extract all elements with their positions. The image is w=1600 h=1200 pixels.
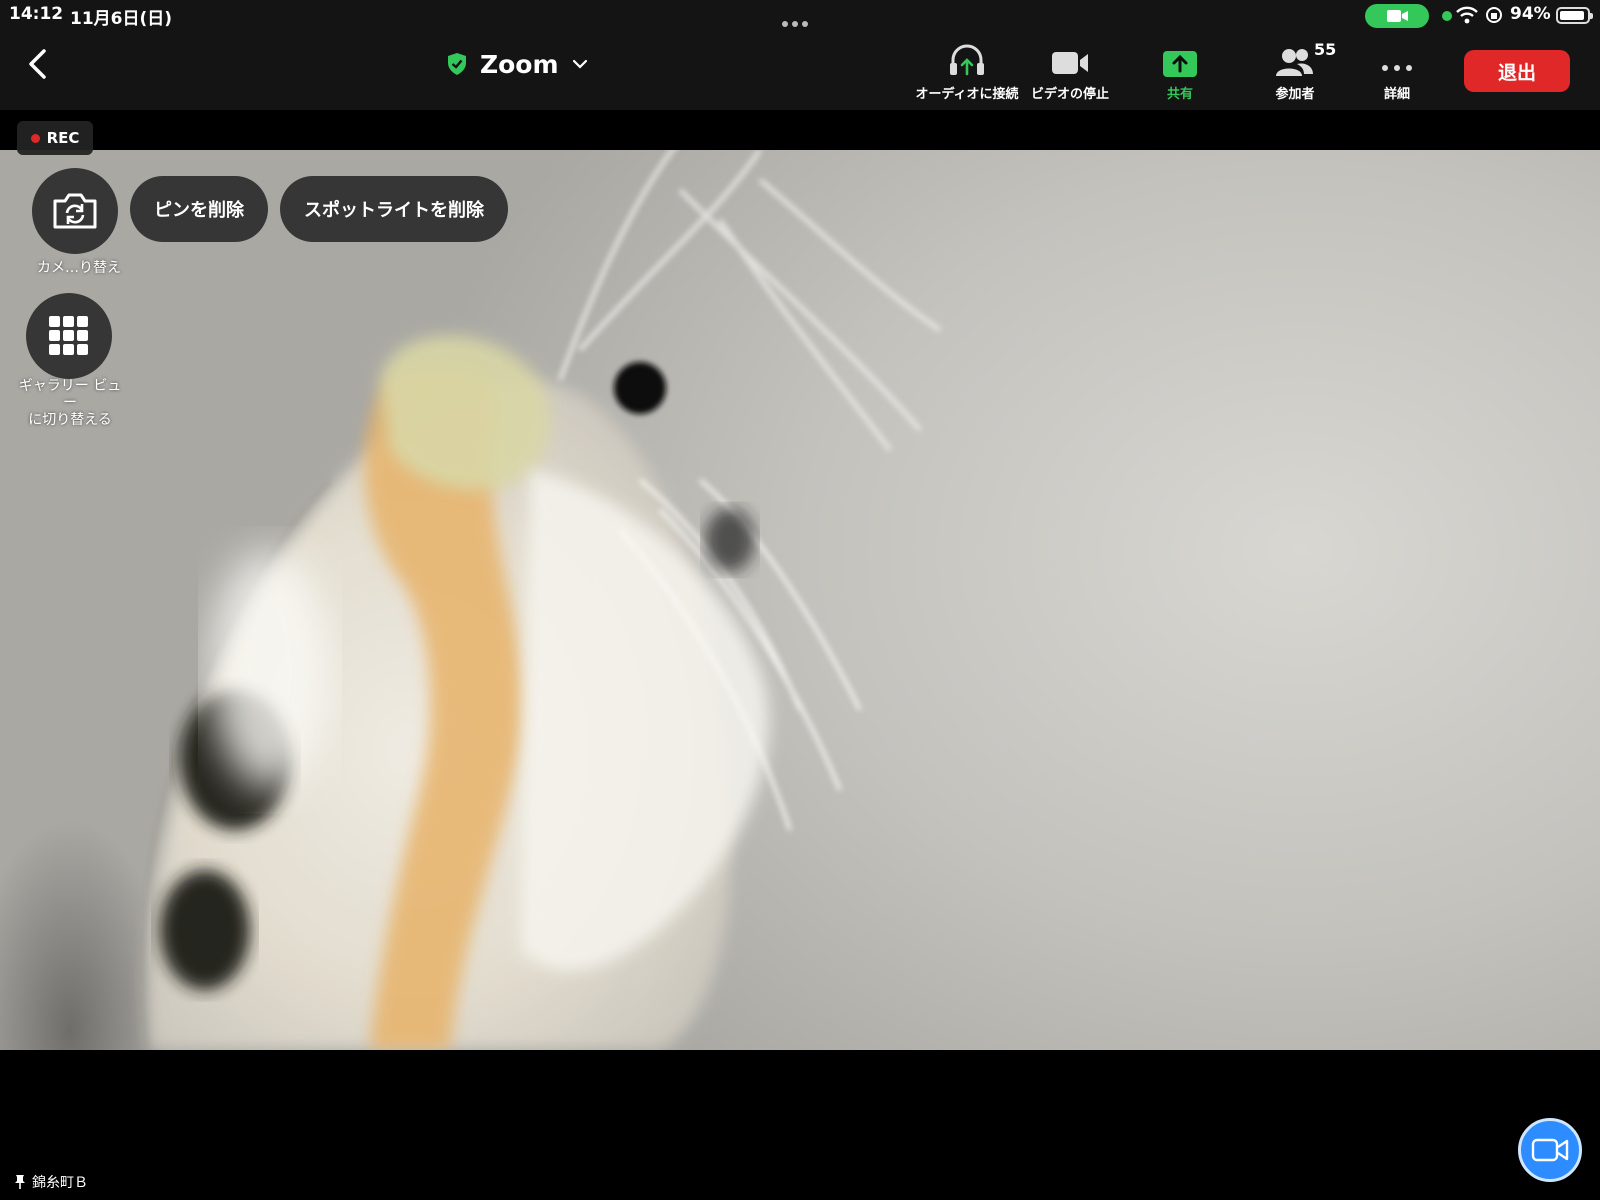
leave-button[interactable]: 退出 <box>1464 50 1570 92</box>
share-screen-icon <box>1163 51 1197 77</box>
video-camera-icon <box>1052 52 1088 74</box>
mic-indicator-icon <box>1442 11 1452 21</box>
chevron-left-icon <box>29 49 46 79</box>
video-camera-outline-icon <box>1531 1138 1569 1162</box>
shield-check-icon <box>448 53 466 75</box>
gallery-view-button[interactable] <box>26 293 112 379</box>
daphnia-video-image <box>137 150 942 1050</box>
status-bar: 14:12 11月6日(日) 94% <box>0 0 1600 30</box>
participants-button[interactable]: 55 参加者 <box>1250 40 1340 102</box>
more-button[interactable]: 詳細 <box>1352 40 1442 102</box>
participants-icon <box>1276 49 1313 76</box>
share-button[interactable]: 共有 <box>1135 40 1225 102</box>
connect-audio-label: オーディオに接続 <box>915 87 1019 102</box>
connect-audio-button[interactable]: オーディオに接続 <box>912 40 1022 102</box>
chevron-down-icon <box>572 59 587 69</box>
unpin-button[interactable]: ピンを削除 <box>130 176 268 242</box>
participants-label: 参加者 <box>1275 87 1315 102</box>
gallery-view-label: ギャラリー ビュー に切り替える <box>18 378 122 428</box>
camera-in-use-indicator <box>1365 4 1429 28</box>
rotation-lock-icon <box>1486 7 1502 23</box>
meeting-title: Zoom <box>480 49 559 79</box>
participants-count: 55 <box>1314 40 1337 59</box>
video-feed[interactable] <box>0 150 1600 1050</box>
speaker-name-tag: 錦糸町Ｂ <box>14 1172 88 1192</box>
rec-label: REC <box>46 129 80 147</box>
meeting-toolbar: Zoom オーディオに接続 ビデオの停止 共有 55 参加者 詳細 退出 <box>0 30 1600 110</box>
camera-switch-icon <box>53 193 97 229</box>
remove-spotlight-button[interactable]: スポットライトを削除 <box>280 176 508 242</box>
stop-video-button[interactable]: ビデオの停止 <box>1020 40 1120 102</box>
pin-icon <box>15 1175 25 1189</box>
back-button[interactable] <box>20 45 60 85</box>
meeting-title-button[interactable]: Zoom <box>446 46 589 82</box>
more-dots-icon <box>1382 65 1412 71</box>
share-label: 共有 <box>1166 87 1193 102</box>
switch-camera-button[interactable] <box>32 168 118 254</box>
stop-video-label: ビデオの停止 <box>1030 87 1109 102</box>
multitasking-dots-icon[interactable] <box>782 12 818 27</box>
record-dot-icon <box>30 133 40 143</box>
battery-icon <box>1556 7 1593 24</box>
grid-icon <box>49 316 88 355</box>
video-floating-button[interactable] <box>1518 1118 1582 1182</box>
speaker-name: 錦糸町Ｂ <box>32 1175 88 1191</box>
switch-camera-label: カメ…り替え <box>37 260 121 276</box>
more-label: 詳細 <box>1383 87 1410 102</box>
status-date: 11月6日(日) <box>70 9 173 29</box>
battery-percent: 94% <box>1510 4 1551 24</box>
wifi-icon <box>1456 6 1478 24</box>
recording-badge: REC <box>17 121 93 155</box>
status-time: 14:12 <box>9 4 64 24</box>
headphones-icon <box>950 44 984 76</box>
